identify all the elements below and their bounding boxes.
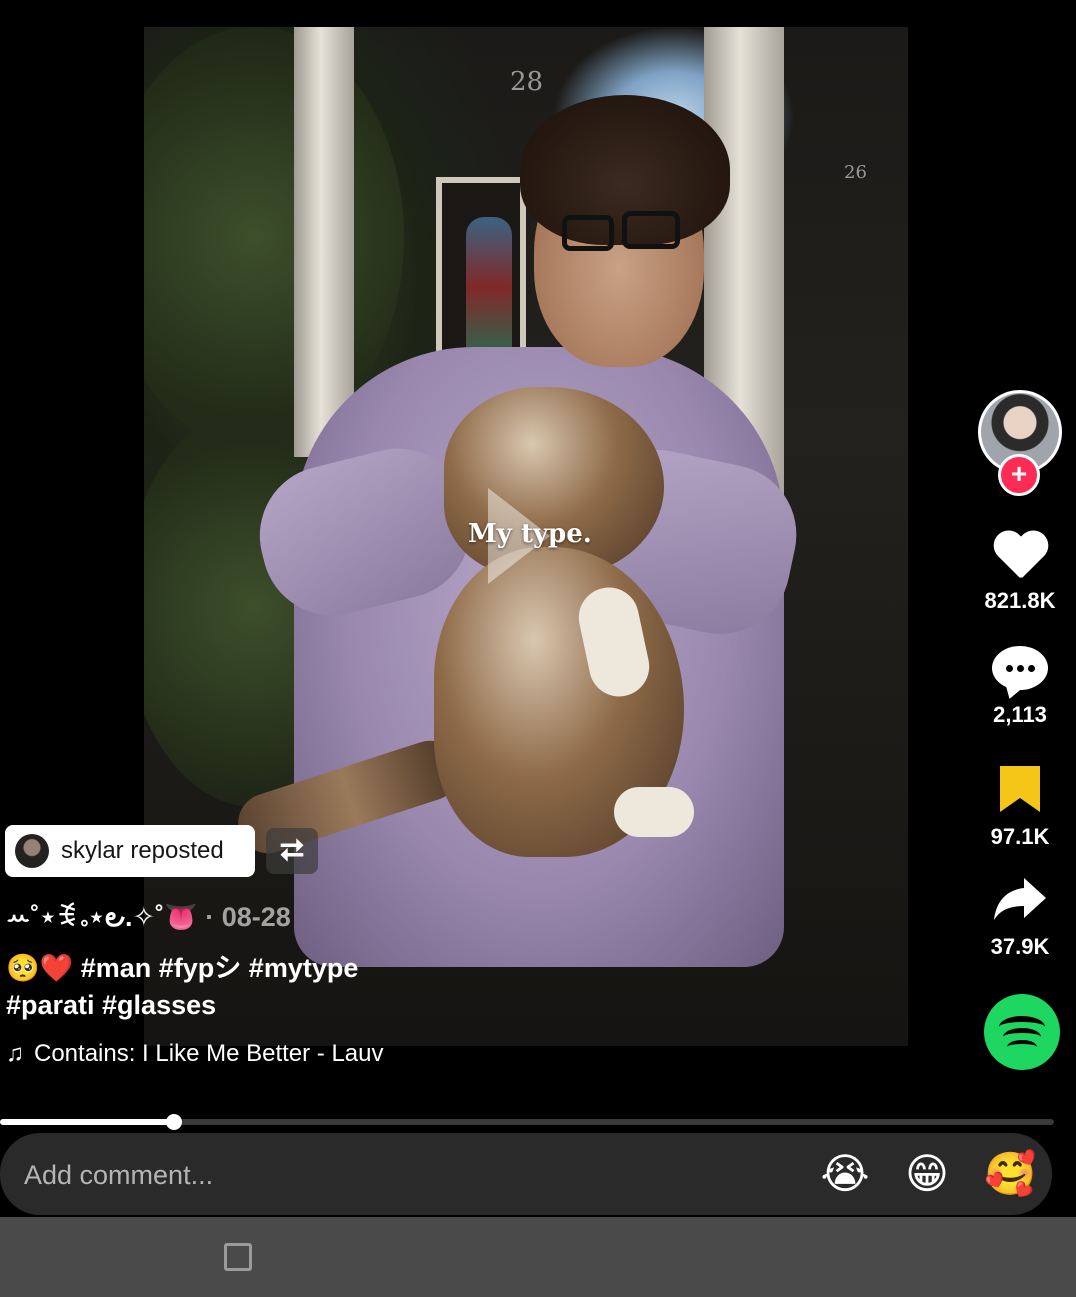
video-text-overlay: My type. (468, 519, 592, 549)
hashtags[interactable]: #parati #glasses (6, 990, 216, 1020)
share-button[interactable]: 37.9K (970, 874, 1070, 960)
comment-icon (992, 646, 1048, 690)
progress-handle[interactable] (165, 1114, 182, 1130)
like-button[interactable]: 821.8K (970, 532, 1070, 614)
comment-input[interactable] (24, 1155, 724, 1195)
grin-emoji-button[interactable]: 😁 (902, 1151, 952, 1197)
square-icon[interactable] (224, 1243, 252, 1271)
house-number: 26 (844, 162, 867, 183)
author-name[interactable]: ꕀ˚⋆ꉂ｡⋆౿.✧˚👅 (6, 902, 198, 932)
crying-emoji-button[interactable]: 😭 (820, 1151, 870, 1197)
video-progress-bar[interactable] (0, 1114, 1054, 1130)
comment-button[interactable]: 2,113 (970, 646, 1070, 728)
bottom-system-bar (0, 1217, 1076, 1297)
cat-paw (614, 787, 694, 837)
reposter-avatar (15, 834, 49, 868)
spotify-icon[interactable] (984, 994, 1060, 1070)
comment-count: 2,113 (993, 702, 1047, 727)
bookmark-icon (1000, 766, 1040, 812)
share-count: 37.9K (990, 934, 1050, 959)
like-count: 821.8K (984, 588, 1056, 613)
music-title: Contains: I Like Me Better - Lauv (34, 1040, 384, 1067)
glasses (622, 211, 680, 249)
heart-icon (992, 532, 1048, 582)
post-date: · 08-28 (205, 902, 291, 932)
glasses (562, 215, 614, 251)
author-line[interactable]: ꕀ˚⋆ꉂ｡⋆౿.✧˚👅 · 08-28 (6, 897, 291, 940)
house-number: 28 (510, 67, 544, 97)
music-note-icon: ♫ (6, 1040, 24, 1067)
love-emoji-button[interactable]: 🥰 (984, 1151, 1036, 1197)
share-icon (992, 874, 1048, 922)
post-description: 🥺❤️ #man #fypシ #mytype #parati #glasses (6, 950, 436, 1024)
house-pillar (294, 27, 354, 457)
stained-glass (466, 217, 512, 357)
music-info[interactable]: ♫ Contains: I Like Me Better - Lauv (6, 1040, 384, 1068)
desc-emojis: 🥺❤️ (6, 953, 74, 983)
hashtags[interactable]: #man #fypシ #mytype (73, 953, 359, 983)
follow-button[interactable]: + (998, 454, 1040, 496)
save-count: 97.1K (990, 824, 1050, 849)
repost-label: skylar reposted (61, 837, 224, 864)
repost-icon[interactable]: ⮂ (266, 828, 318, 874)
progress-fill (0, 1119, 174, 1125)
repost-badge[interactable]: skylar reposted (5, 825, 255, 877)
save-button[interactable]: 97.1K (970, 766, 1070, 850)
comment-bar: 😭 😁 🥰 (0, 1133, 1052, 1215)
